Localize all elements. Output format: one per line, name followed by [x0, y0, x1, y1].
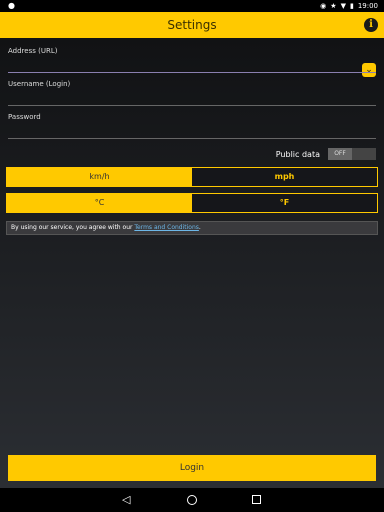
page-title: Settings [167, 18, 217, 32]
address-dropdown-button[interactable]: ⌄ [362, 63, 376, 77]
address-input[interactable] [8, 55, 376, 67]
navigation-bar: ◁ [0, 488, 384, 512]
speed-unit-selector: km/h mph [6, 167, 378, 187]
address-field[interactable]: Address (URL) ⌄ [8, 47, 376, 77]
address-label: Address (URL) [8, 47, 58, 55]
app-bar: Settings i [0, 12, 384, 38]
public-data-toggle[interactable]: OFF [328, 148, 376, 160]
home-icon[interactable] [187, 495, 197, 505]
terms-suffix: . [198, 224, 201, 231]
terms-notice: By using our service, you agree with our… [6, 221, 378, 235]
back-icon[interactable]: ◁ [122, 494, 130, 506]
terms-link[interactable]: Terms and Conditions [134, 224, 199, 231]
password-field[interactable]: Password [8, 113, 376, 139]
status-bar: ● ◉ ★ ▼ ▮ 19:00 [0, 0, 384, 12]
temp-option-fahrenheit[interactable]: °F [192, 194, 377, 212]
settings-content: Address (URL) ⌄ Username (Login) Passwor… [0, 38, 384, 488]
public-data-row: Public data OFF [276, 148, 376, 160]
recents-icon[interactable] [252, 495, 261, 504]
location-icon: ◉ [320, 2, 327, 10]
address-underline [8, 72, 376, 73]
username-underline [8, 105, 376, 106]
terms-prefix: By using our service, you agree with our [11, 224, 135, 231]
password-label: Password [8, 113, 41, 121]
login-button[interactable]: Login [8, 455, 376, 481]
info-icon[interactable]: i [364, 18, 378, 32]
battery-icon: ▮ [349, 2, 354, 10]
public-data-label: Public data [275, 149, 320, 159]
temperature-unit-selector: °C °F [6, 193, 378, 213]
status-clock: 19:00 [357, 2, 378, 10]
star-icon: ★ [330, 2, 337, 10]
password-input[interactable] [8, 121, 376, 133]
speed-option-kmh[interactable]: km/h [7, 168, 192, 186]
notification-icon: ● [8, 1, 15, 10]
speed-option-mph[interactable]: mph [192, 168, 377, 186]
username-label: Username (Login) [8, 80, 71, 88]
username-field[interactable]: Username (Login) [8, 80, 376, 106]
password-underline [8, 138, 376, 139]
temp-option-celsius[interactable]: °C [7, 194, 192, 212]
username-input[interactable] [8, 88, 376, 100]
wifi-icon: ▼ [340, 2, 346, 10]
toggle-state: OFF [328, 148, 352, 160]
